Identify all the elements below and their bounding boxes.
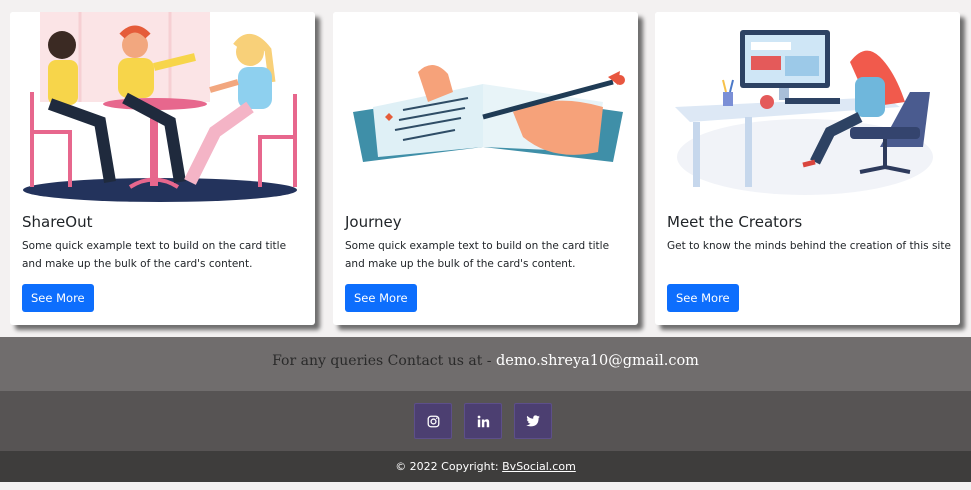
- contact-bar: For any queries Contact us at - demo.shr…: [0, 337, 971, 391]
- copyright-text: © 2022 Copyright:: [395, 460, 503, 473]
- card-text: Some quick example text to build on the …: [22, 240, 287, 270]
- linkedin-icon: [477, 415, 489, 427]
- instagram-icon: [427, 415, 439, 427]
- card-text: Get to know the minds behind the creatio…: [667, 240, 951, 252]
- card-title: ShareOut: [22, 213, 93, 231]
- writing-journal-illustration: [333, 12, 638, 207]
- see-more-button[interactable]: See More: [667, 284, 739, 312]
- instagram-button[interactable]: [414, 403, 452, 439]
- bottom-strip: [0, 482, 971, 490]
- see-more-button[interactable]: See More: [345, 284, 417, 312]
- card-meet-the-creators: Meet the Creators Get to know the minds …: [655, 12, 960, 325]
- contact-text: For any queries Contact us at -: [272, 353, 496, 369]
- card-text: Some quick example text to build on the …: [345, 240, 610, 270]
- copyright-bar: © 2022 Copyright: BvSocial.com: [0, 451, 971, 482]
- copyright-link[interactable]: BvSocial.com: [502, 460, 576, 473]
- linkedin-button[interactable]: [464, 403, 502, 439]
- social-bar: [0, 391, 971, 451]
- see-more-button[interactable]: See More: [22, 284, 94, 312]
- twitter-button[interactable]: [514, 403, 552, 439]
- person-at-computer-illustration: [655, 12, 960, 207]
- twitter-icon: [526, 415, 540, 427]
- friends-chatting-illustration: [10, 12, 315, 207]
- contact-email[interactable]: demo.shreya10@gmail.com: [496, 353, 699, 369]
- card-shareout: ShareOut Some quick example text to buil…: [10, 12, 315, 325]
- card-journey: Journey Some quick example text to build…: [333, 12, 638, 325]
- card-title: Journey: [345, 213, 402, 231]
- card-title: Meet the Creators: [667, 213, 803, 231]
- cards-row: ShareOut Some quick example text to buil…: [10, 12, 960, 325]
